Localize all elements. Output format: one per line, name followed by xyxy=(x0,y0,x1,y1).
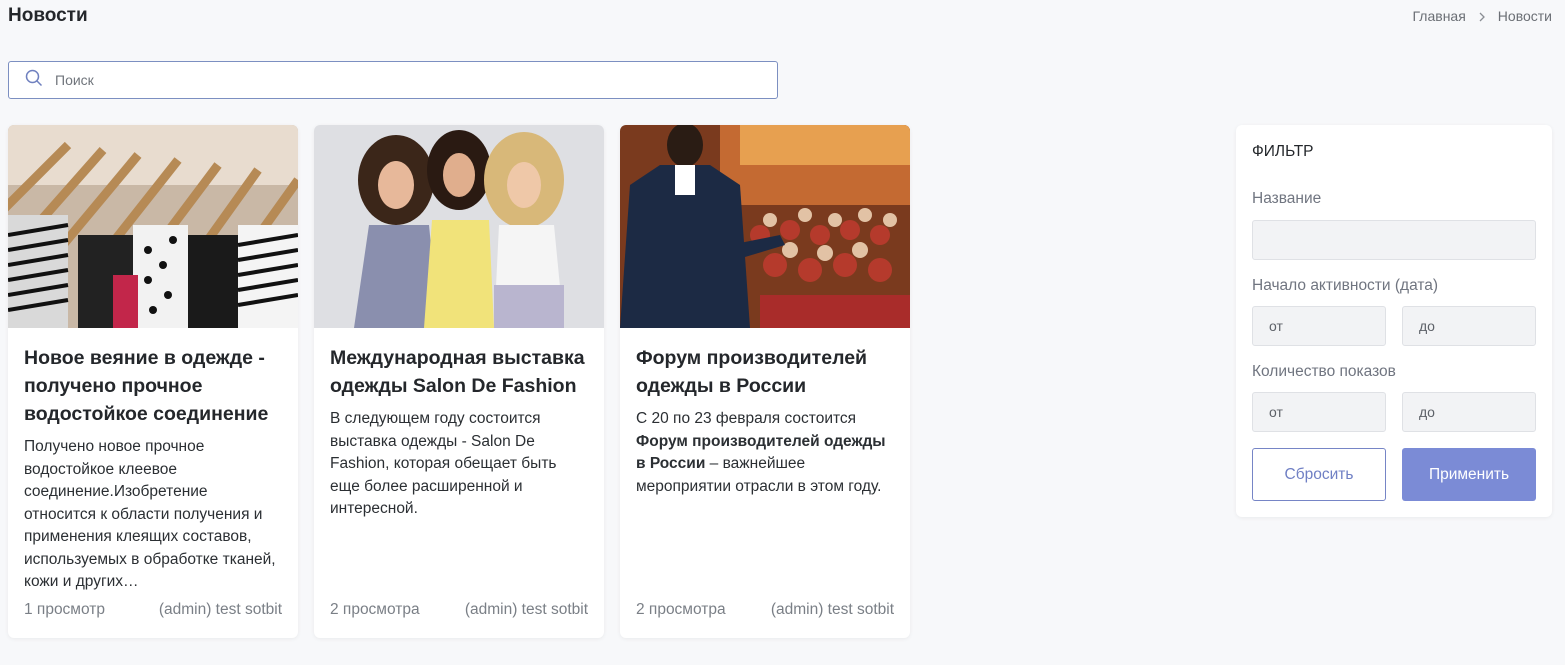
news-image-clothes[interactable] xyxy=(8,125,298,328)
news-card-3[interactable]: Форум производителей одежды в России С 2… xyxy=(620,125,910,638)
search-icon xyxy=(9,69,53,92)
news-title[interactable]: Форум производителей одежды в России xyxy=(636,344,894,400)
page-title: Новости xyxy=(8,5,88,26)
filter-title: ФИЛЬТР xyxy=(1252,143,1314,160)
news-image-models[interactable] xyxy=(314,125,604,328)
date-to-input[interactable]: до xyxy=(1402,306,1536,346)
date-label: Начало активности (дата) xyxy=(1252,277,1439,294)
news-card-1[interactable]: Новое веяние в одежде - получено прочное… xyxy=(8,125,298,638)
news-title[interactable]: Новое веяние в одежде - получено прочное… xyxy=(24,344,282,428)
author: (admin) test sotbit xyxy=(464,601,588,618)
breadcrumb: Главная Новости xyxy=(1413,8,1553,24)
news-excerpt: Получено новое прочное водостойкое клеев… xyxy=(24,438,276,590)
news-card-2[interactable]: Международная выставка одежды Salon De F… xyxy=(314,125,604,638)
name-input[interactable] xyxy=(1252,220,1536,260)
views-from-input[interactable]: от xyxy=(1252,392,1386,432)
views-count: 2 просмотра xyxy=(330,601,420,618)
reset-button[interactable]: Сбросить xyxy=(1252,448,1386,501)
views-to-input[interactable]: до xyxy=(1402,392,1536,432)
views-count: 2 просмотра xyxy=(636,601,726,618)
search-box[interactable] xyxy=(8,61,778,99)
breadcrumb-home-link[interactable]: Главная xyxy=(1413,8,1466,24)
news-excerpt: С 20 по 23 февраля состоится Форум произ… xyxy=(636,410,886,495)
views-label: Количество показов xyxy=(1252,363,1396,380)
news-image-conference[interactable] xyxy=(620,125,910,328)
author: (admin) test sotbit xyxy=(770,601,894,618)
apply-button[interactable]: Применить xyxy=(1402,448,1536,501)
author: (admin) test sotbit xyxy=(158,601,282,618)
chevron-right-icon xyxy=(1476,10,1488,22)
date-from-input[interactable]: от xyxy=(1252,306,1386,346)
news-title[interactable]: Международная выставка одежды Salon De F… xyxy=(330,344,588,400)
news-excerpt: В следующем году состоится выставка одеж… xyxy=(330,410,557,517)
views-count: 1 просмотр xyxy=(24,601,105,618)
filter-panel: ФИЛЬТР Название Начало активности (дата)… xyxy=(1236,125,1552,517)
name-label: Название xyxy=(1252,190,1322,207)
breadcrumb-current: Новости xyxy=(1497,8,1552,24)
search-input[interactable] xyxy=(53,71,777,89)
